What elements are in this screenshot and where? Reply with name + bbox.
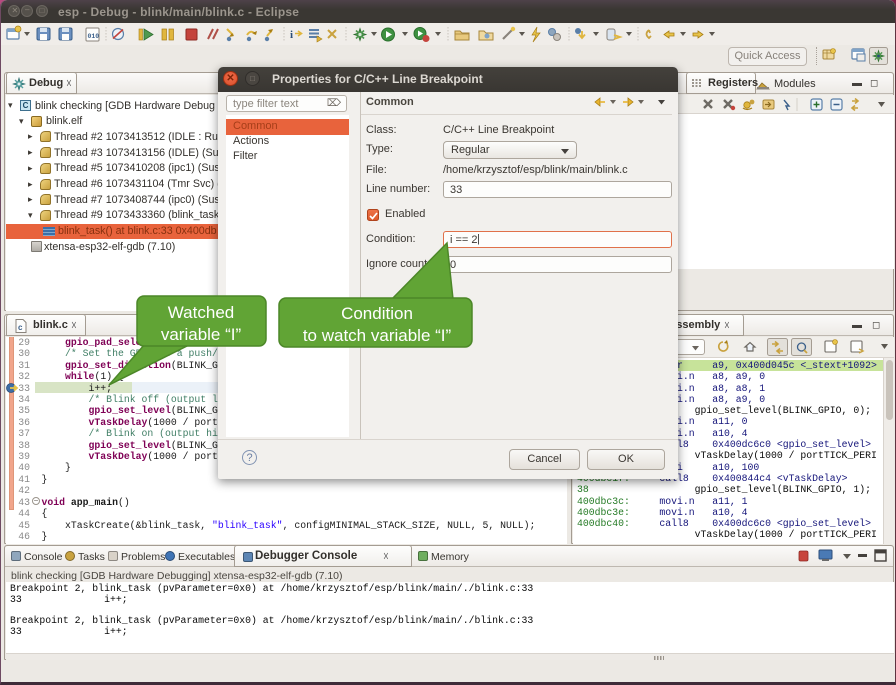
svg-text:c: c bbox=[18, 323, 23, 332]
svg-text:010: 010 bbox=[88, 33, 100, 40]
svg-text:i: i bbox=[290, 29, 293, 41]
